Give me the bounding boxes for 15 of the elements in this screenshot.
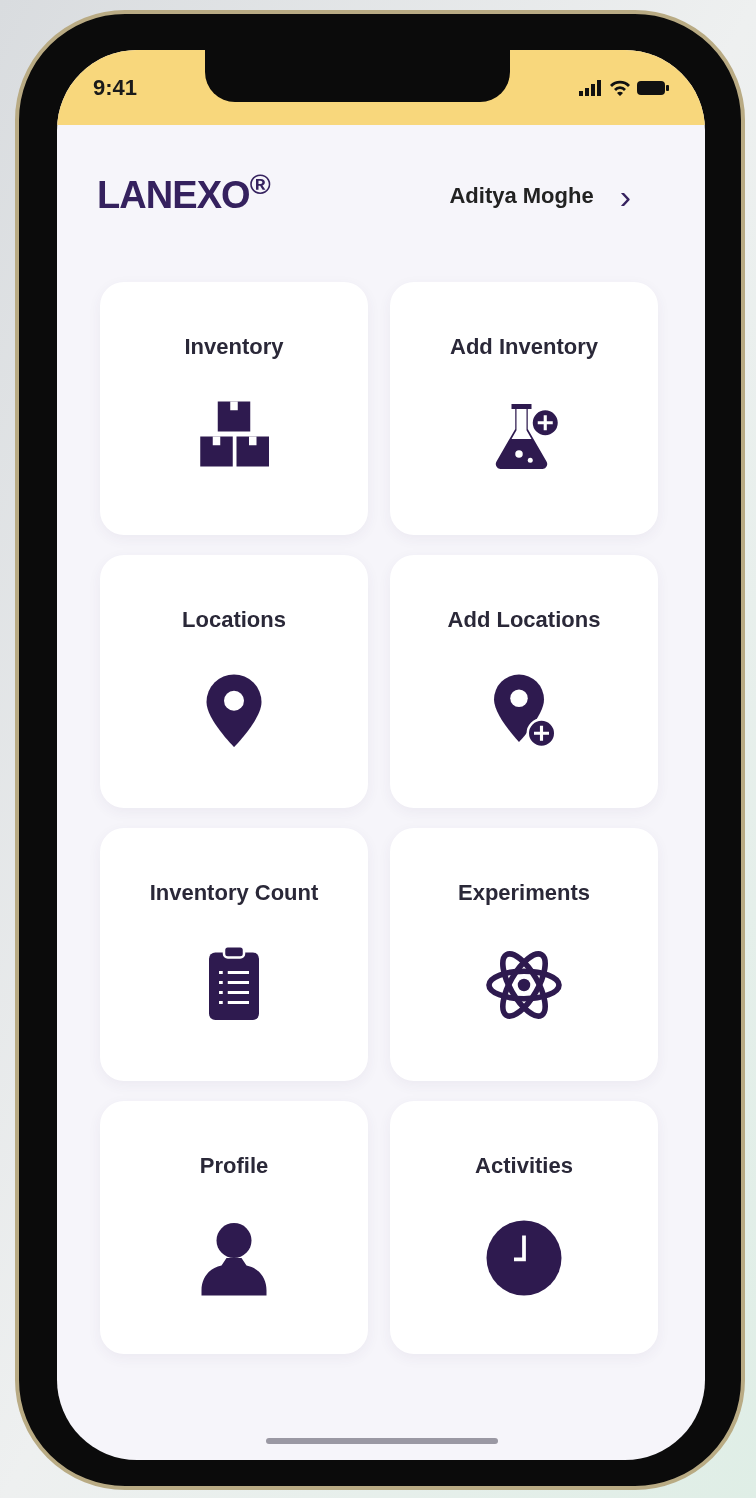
battery-icon [637,79,669,96]
user-profile-link[interactable]: Aditya Moghe › [449,178,631,213]
app-logo: LANEXO$^{®}$ [97,167,270,218]
menu-tile[interactable]: Inventory [100,282,368,535]
menu-tile[interactable]: Add Inventory [390,282,658,535]
menu-tile[interactable]: Add Locations [390,555,658,808]
menu-tile[interactable]: Profile [100,1101,368,1354]
menu-tile[interactable]: Inventory Count [100,828,368,1081]
menu-tile[interactable]: Activities [390,1101,658,1354]
menu-tile[interactable]: Experiments [390,828,658,1081]
status-time: 9:41 [93,74,138,102]
menu-tile[interactable]: Locations [100,555,368,808]
signal-icon [579,79,603,96]
wifi-icon [609,79,631,96]
clock-icon [484,1218,564,1298]
